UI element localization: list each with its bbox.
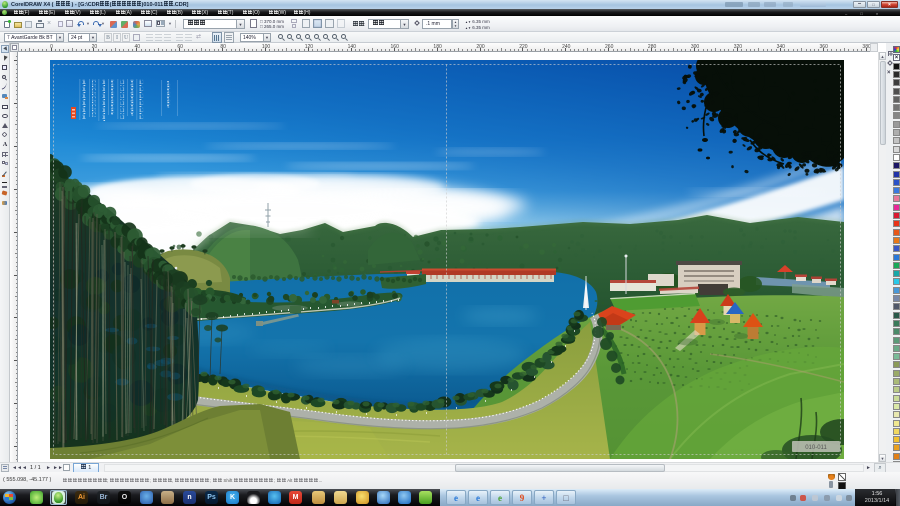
svg-text:010-011: 010-011	[805, 445, 827, 451]
